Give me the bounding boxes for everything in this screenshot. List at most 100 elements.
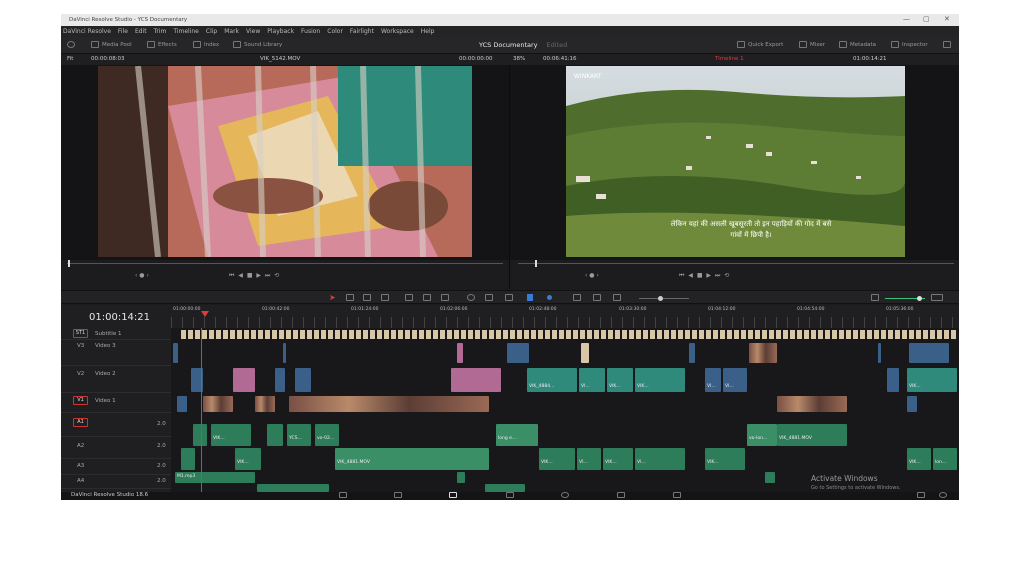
trim-tool-icon[interactable]	[346, 294, 354, 301]
volume-knob[interactable]	[917, 296, 922, 301]
timeline-name[interactable]: Timeline 1	[715, 56, 744, 62]
zoom-slider-knob[interactable]	[658, 296, 663, 301]
select-tool-icon[interactable]: ➤	[329, 293, 336, 302]
menu-help[interactable]: Help	[421, 28, 435, 35]
clip[interactable]	[255, 396, 275, 412]
menu-view[interactable]: View	[246, 28, 260, 35]
clip[interactable]	[275, 368, 285, 392]
cut-page-icon[interactable]	[394, 492, 402, 498]
snapping-icon[interactable]	[467, 294, 475, 301]
clip[interactable]: M1.mp3	[175, 472, 255, 483]
track-v3[interactable]: V3 Video 3	[61, 340, 171, 366]
zoom-custom-icon[interactable]	[613, 294, 621, 301]
clip[interactable]	[765, 472, 775, 483]
menu-trim[interactable]: Trim	[154, 28, 167, 35]
clip[interactable]: vo-lon...	[747, 424, 777, 446]
menu-file[interactable]: File	[118, 28, 128, 35]
clip[interactable]	[257, 484, 329, 492]
close-button[interactable]: ✕	[944, 15, 950, 23]
audio-meter-icon[interactable]	[931, 294, 943, 301]
mixer-button[interactable]: Mixer	[799, 41, 825, 48]
clip[interactable]: lon...	[933, 448, 957, 470]
clip[interactable]: VIK...	[705, 448, 745, 470]
clip[interactable]	[485, 484, 525, 492]
clip[interactable]: VIK_4881.MOV	[777, 424, 847, 446]
clip[interactable]: VIK...	[539, 448, 575, 470]
sound-library-button[interactable]: Sound Library	[233, 41, 282, 48]
clip[interactable]	[749, 343, 777, 363]
inspector-button[interactable]: Inspector	[891, 41, 928, 48]
effects-button[interactable]: Effects	[147, 41, 177, 48]
clip[interactable]: VIK...	[235, 448, 261, 470]
clip[interactable]	[451, 368, 501, 392]
home-icon[interactable]	[917, 492, 925, 498]
blade-tool-icon[interactable]	[381, 294, 389, 301]
dynamic-trim-icon[interactable]	[363, 294, 371, 301]
clip[interactable]	[689, 343, 695, 363]
clip[interactable]: VIK...	[635, 368, 685, 392]
insert-clip-icon[interactable]	[405, 294, 413, 301]
source-zoom[interactable]: Fit	[67, 56, 73, 62]
clip[interactable]	[193, 424, 207, 446]
menu-davinci[interactable]: DaVinci Resolve	[63, 28, 111, 35]
menu-clip[interactable]: Clip	[206, 28, 217, 35]
timeline-transport[interactable]: ⏮ ◀ ■ ▶ ⏭ ⟲	[679, 272, 730, 280]
quick-export-button[interactable]: Quick Export	[737, 41, 783, 48]
timeline-playhead-mini[interactable]	[535, 260, 537, 267]
clip[interactable]	[909, 343, 949, 363]
clip[interactable]	[267, 424, 283, 446]
track-a1[interactable]: A1 2.0	[61, 413, 171, 437]
menu-fusion[interactable]: Fusion	[301, 28, 320, 35]
fairlight-page-icon[interactable]	[617, 492, 625, 498]
overwrite-clip-icon[interactable]	[423, 294, 431, 301]
zoom-slider[interactable]	[639, 298, 689, 299]
timeline-jog[interactable]: ‹ ● ›	[585, 272, 599, 279]
source-playhead[interactable]	[68, 260, 70, 267]
track-st1[interactable]: ST1 Subtitle 1	[61, 328, 171, 340]
menu-playback[interactable]: Playback	[267, 28, 294, 35]
timeline-playhead[interactable]	[201, 328, 202, 492]
menu-fairlight[interactable]: Fairlight	[350, 28, 374, 35]
subtitle-clips[interactable]	[181, 330, 956, 339]
expand-icon[interactable]	[943, 41, 951, 48]
source-clip-name[interactable]: VIK_5142.MOV	[260, 56, 300, 62]
timeline-ruler[interactable]: 01:00:00:00 01:00:42:00 01:01:24:00 01:0…	[171, 305, 959, 328]
menu-edit[interactable]: Edit	[135, 28, 147, 35]
clip[interactable]	[581, 343, 589, 363]
fusion-page-icon[interactable]	[506, 492, 514, 498]
clip[interactable]	[457, 472, 465, 483]
speaker-icon[interactable]	[871, 294, 879, 301]
timeline-scrubber[interactable]	[518, 263, 954, 264]
workspace-icon[interactable]	[67, 41, 75, 48]
clip[interactable]	[457, 343, 463, 363]
clip[interactable]	[181, 448, 195, 470]
clip[interactable]: VIK...	[607, 368, 633, 392]
timeline-zoom[interactable]: 38%	[513, 56, 525, 62]
media-pool-button[interactable]: Media Pool	[91, 41, 132, 48]
lock-icon[interactable]	[505, 294, 513, 301]
source-scrubber[interactable]	[67, 263, 503, 264]
menu-workspace[interactable]: Workspace	[381, 28, 414, 35]
marker-icon[interactable]	[547, 295, 552, 300]
clip[interactable]	[173, 343, 178, 363]
clip[interactable]: VI...	[723, 368, 747, 392]
clip[interactable]	[887, 368, 899, 392]
settings-gear-icon[interactable]	[939, 492, 947, 498]
clip[interactable]: vo-02...	[315, 424, 339, 446]
metadata-button[interactable]: Metadata	[839, 41, 876, 48]
edit-page-icon[interactable]	[449, 492, 457, 498]
source-transport[interactable]: ⏮ ◀ ■ ▶ ⏭ ⟲	[229, 272, 280, 280]
clip[interactable]	[177, 396, 187, 412]
clip[interactable]	[203, 396, 233, 412]
clip[interactable]: VI...	[705, 368, 721, 392]
clip[interactable]	[777, 396, 847, 412]
link-icon[interactable]	[485, 294, 493, 301]
zoom-detail-icon[interactable]	[573, 294, 581, 301]
clip[interactable]	[289, 396, 489, 412]
track-v2[interactable]: V2 Video 2	[61, 366, 171, 393]
menu-mark[interactable]: Mark	[224, 28, 239, 35]
clip[interactable]	[295, 368, 311, 392]
clip[interactable]	[233, 368, 255, 392]
clip[interactable]: VI...	[577, 448, 601, 470]
clip[interactable]	[507, 343, 529, 363]
